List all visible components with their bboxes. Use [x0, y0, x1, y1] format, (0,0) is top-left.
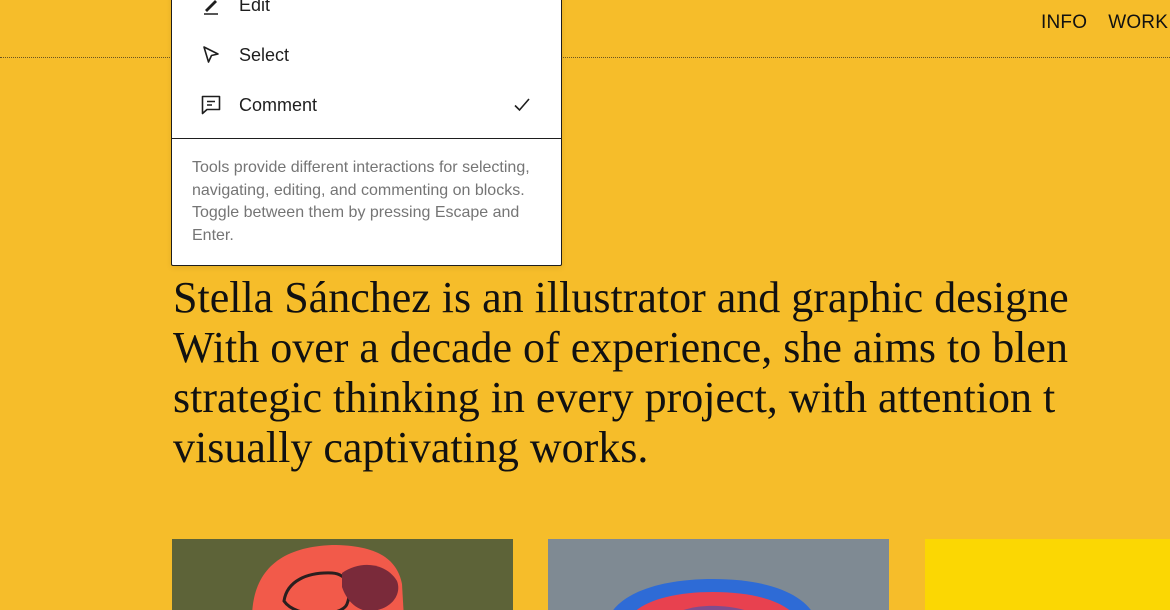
- menu-item-select[interactable]: Select: [172, 31, 561, 79]
- menu-item-label: Select: [239, 44, 290, 65]
- menu-divider: [172, 138, 561, 139]
- gallery-image-3[interactable]: [925, 539, 1170, 610]
- comment-icon: [199, 93, 223, 117]
- bio-line: Stella Sánchez is an illustrator and gra…: [173, 273, 1069, 322]
- tools-menu: Edit Select Comment Tools provide differ…: [171, 0, 562, 266]
- bio-line: visually captivating works.: [173, 423, 649, 472]
- bio-line: With over a decade of experience, she ai…: [173, 323, 1068, 372]
- menu-item-label: Edit: [239, 0, 271, 15]
- bio-paragraph[interactable]: Stella Sánchez is an illustrator and gra…: [173, 273, 1170, 473]
- nav-link-work[interactable]: WORK: [1108, 12, 1168, 34]
- cursor-icon: [199, 43, 223, 67]
- menu-item-edit[interactable]: Edit: [172, 0, 561, 29]
- site-navigation: INFO WORK: [1041, 12, 1168, 34]
- bio-line: strategic thinking in every project, wit…: [173, 373, 1056, 422]
- menu-help-text: Tools provide different interactions for…: [192, 159, 530, 244]
- gallery-artwork-3: [925, 539, 1170, 610]
- gallery-artwork-1: [252, 545, 404, 610]
- pencil-icon: [199, 0, 223, 17]
- check-icon: [512, 95, 532, 115]
- gallery-image-2[interactable]: [548, 539, 889, 610]
- gallery-artwork-2: [613, 579, 811, 610]
- menu-item-label: Comment: [239, 94, 318, 115]
- gallery-image-1[interactable]: [172, 539, 513, 610]
- menu-item-comment[interactable]: Comment: [172, 81, 561, 129]
- nav-link-info[interactable]: INFO: [1041, 12, 1087, 34]
